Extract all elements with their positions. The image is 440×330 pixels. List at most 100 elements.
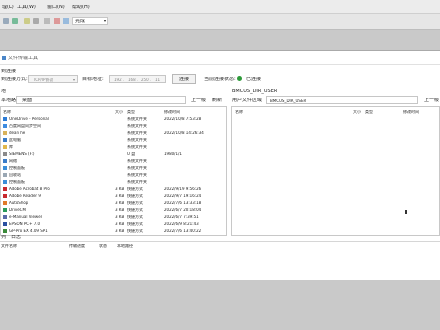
menu-item-manage[interactable]: 理(L)	[2, 5, 14, 10]
list-item[interactable]: SIEMENS (F:) U 盘 1980/1/1	[1, 151, 226, 158]
file-modified: 2022/10/8 14:26:34	[164, 131, 204, 135]
file-name: 网络	[9, 159, 17, 163]
file-type: 快捷方式	[127, 201, 143, 205]
menu-item-help[interactable]: 帮助(H)	[72, 5, 90, 10]
toolbar-dropdown-value: 完成	[75, 19, 86, 24]
column-header-local-path[interactable]: 本地路径	[117, 244, 133, 248]
column-header-modified[interactable]: 修改时间	[403, 110, 419, 114]
file-name: EPSON PC+ 7.0	[9, 222, 41, 226]
file-type: 系统文件夹	[127, 180, 147, 184]
remote-up-button[interactable]: 上一级	[424, 98, 439, 103]
remote-file-list[interactable]: 名称 大小 类型 修改时间	[231, 106, 440, 236]
file-name: e-Manual Viewer	[9, 215, 43, 219]
toolbar-dropdown[interactable]: 完成 ▾	[72, 17, 108, 25]
column-header-name[interactable]: 名称	[235, 110, 243, 114]
list-item[interactable]: DriveCM 3 KB 快捷方式 2022/6/7 20:18:04	[1, 207, 226, 214]
column-header-modified[interactable]: 修改时间	[164, 110, 180, 114]
file-name: 此电脑	[9, 138, 21, 142]
file-size: 3 KB	[115, 222, 125, 226]
column-header-type[interactable]: 类型	[365, 110, 373, 114]
list-item[interactable]: e-Manual Viewer 3 KB 快捷方式 2022/6/7 7:39:51	[1, 214, 226, 221]
local-refresh-button[interactable]: 刷新	[212, 98, 222, 103]
remote-path-value: BMCUS_DIR_USER	[270, 99, 307, 103]
list-item[interactable]: OneDrive - Personal 系统文件夹 2022/10/8 7:53:2…	[1, 116, 226, 123]
column-header-size[interactable]: 大小	[115, 110, 123, 114]
list-item[interactable]: EPSON PC+ 7.0 3 KB 快捷方式 2022/6/9 8:21:43	[1, 221, 226, 228]
list-item[interactable]: 库 系统文件夹	[1, 144, 226, 151]
connection-section-label: 到连接	[1, 69, 17, 74]
file-name: 库	[9, 145, 13, 149]
file-type: 系统文件夹	[127, 173, 147, 177]
ide-toolbar: 完成 ▾	[0, 14, 440, 30]
column-header-file-name[interactable]: 文件名称	[1, 244, 17, 248]
toolbar-tool-icon[interactable]	[33, 18, 39, 24]
file-icon	[3, 166, 7, 170]
list-item[interactable]: dean he 系统文件夹 2022/10/8 14:26:34	[1, 130, 226, 137]
ip-dot: .	[150, 78, 152, 82]
connection-mode-label: 到连接方式:	[1, 77, 28, 82]
local-file-list[interactable]: 名称 大小 类型 修改时间 OneDrive - Personal 系统文件夹 20…	[0, 106, 227, 236]
list-item[interactable]: 网络 系统文件夹	[1, 158, 226, 165]
file-icon	[3, 201, 7, 205]
toolbar-tool-icon[interactable]	[3, 18, 9, 24]
remote-path-input[interactable]: BMCUS_DIR_USER	[266, 96, 418, 104]
connection-mode-value: TCP/IP协议	[33, 78, 54, 82]
file-size: 3 KB	[115, 201, 125, 205]
transfer-log-list[interactable]	[0, 250, 440, 280]
list-item[interactable]: 此电脑 系统文件夹	[1, 137, 226, 144]
file-type: 快捷方式	[127, 215, 143, 219]
ip-address-input[interactable]: 192 . 168 . 250 . 11	[109, 75, 166, 83]
file-type: U 盘	[127, 152, 136, 156]
connection-mode-select[interactable]: TCP/IP协议 ▾	[28, 75, 78, 83]
connect-button[interactable]: 连接	[172, 74, 196, 84]
file-name: GP-Pro EX 4.09 SP1	[9, 229, 48, 233]
column-header-name[interactable]: 名称	[3, 110, 11, 114]
column-header-status[interactable]: 状态	[99, 244, 107, 248]
local-path-input[interactable]: 桌面	[16, 96, 186, 104]
local-up-button[interactable]: 上一级	[191, 98, 206, 103]
file-name: OneDrive - Personal	[9, 117, 49, 121]
ip-octet: 250	[141, 78, 149, 82]
list-item[interactable]: 百度网盘同步空间 系统文件夹	[1, 123, 226, 130]
toolbar-tool-icon[interactable]	[54, 18, 60, 24]
list-item[interactable]: GP-Pro EX 4.09 SP1 3 KB 快捷方式 2022/7/6 13:40…	[1, 228, 226, 235]
tab-list[interactable]: 列	[1, 235, 6, 240]
column-header-type[interactable]: 类型	[127, 110, 135, 114]
tab-log[interactable]: 日志	[11, 235, 21, 240]
column-header-size[interactable]: 大小	[353, 110, 361, 114]
file-type: 系统文件夹	[127, 159, 147, 163]
toolbar-tool-icon[interactable]	[44, 18, 50, 24]
remote-path-label: 用户文件区域	[232, 98, 263, 103]
file-name: 百度网盘同步空间	[9, 124, 41, 128]
file-size: 3 KB	[115, 215, 125, 219]
file-icon	[3, 117, 7, 121]
toolbar-tool-icon[interactable]	[63, 18, 69, 24]
chevron-down-icon: ▾	[72, 78, 75, 82]
file-name: DriveCM	[9, 208, 26, 212]
local-path-value: 桌面	[22, 98, 33, 103]
file-modified: 1980/1/1	[164, 152, 182, 156]
list-item[interactable]: AutoShop 3 KB 快捷方式 2022/7/6 13:33:18	[1, 200, 226, 207]
list-item[interactable]: Adobe Reader 9 3 KB 快捷方式 2022/9/7 19:16:24	[1, 193, 226, 200]
file-name: 控制面板	[9, 180, 25, 184]
file-modified: 2022/6/9 8:21:43	[164, 222, 199, 226]
file-icon	[3, 173, 7, 177]
list-item[interactable]: 控制面板 系统文件夹	[1, 179, 226, 186]
toolbar-tool-icon[interactable]	[12, 18, 18, 24]
menu-item-window[interactable]: 窗口(N)	[47, 5, 65, 10]
column-header-progress[interactable]: 传输进度	[69, 244, 85, 248]
file-type: 系统文件夹	[127, 166, 147, 170]
file-modified: 2022/7/6 13:40:22	[164, 229, 202, 233]
connection-status-value: 已连接	[246, 77, 262, 82]
file-size: 3 KB	[115, 194, 125, 198]
file-name: 回收站	[9, 173, 21, 177]
file-icon	[3, 187, 7, 191]
file-type: 快捷方式	[127, 229, 143, 233]
list-item[interactable]: Adobe Acrobat 8 Pro 3 KB 快捷方式 2022/9/19 9:5…	[1, 186, 226, 193]
menu-item-tools[interactable]: 工具(W)	[17, 5, 36, 10]
target-address-label: 目标地址:	[82, 77, 104, 82]
file-name: dean he	[9, 131, 26, 135]
toolbar-tool-icon[interactable]	[24, 18, 30, 24]
list-item[interactable]: 控制面板 系统文件夹	[1, 165, 226, 172]
list-item[interactable]: 回收站 系统文件夹	[1, 172, 226, 179]
